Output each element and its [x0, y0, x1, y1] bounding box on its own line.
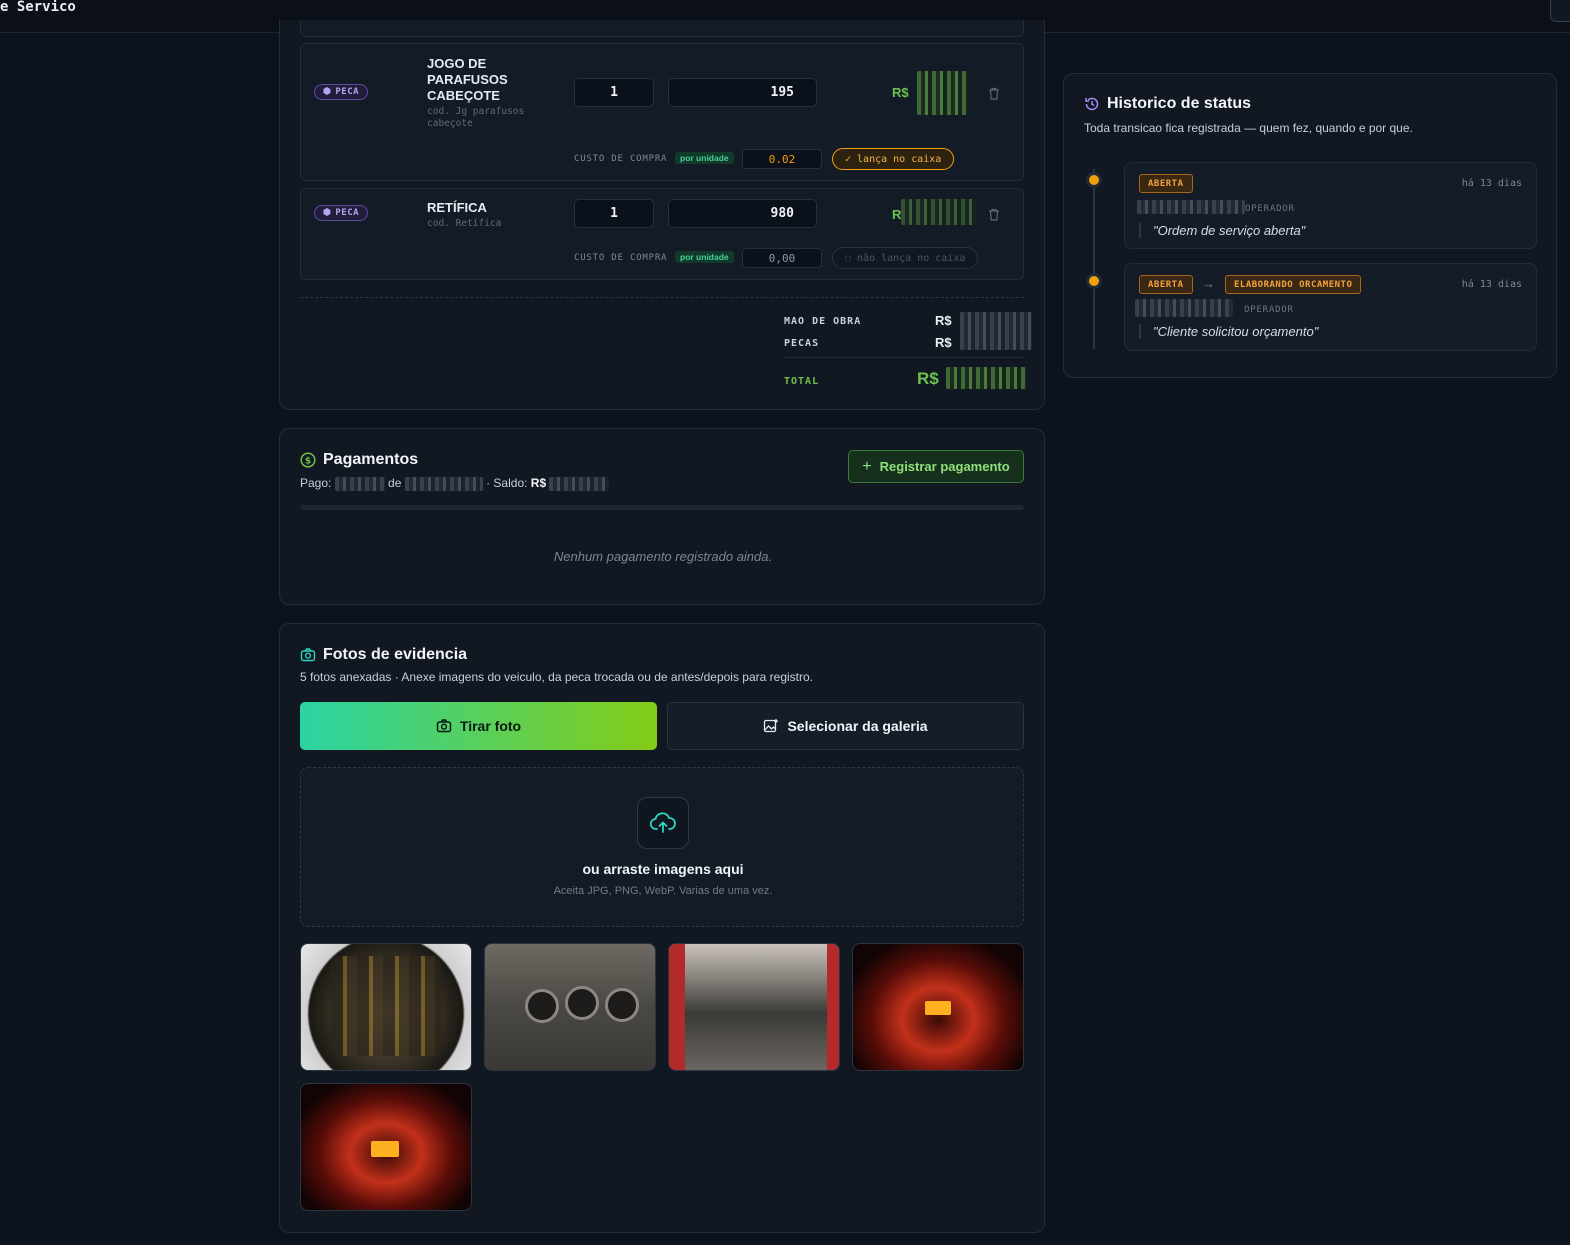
item-total-value [901, 199, 976, 225]
select-gallery-button[interactable]: Selecionar da galeria [667, 702, 1024, 750]
custo-label: CUSTO DE COMPRA [574, 253, 668, 263]
trash-icon[interactable] [988, 87, 1000, 100]
timeline-dot [1086, 172, 1102, 188]
item-code: cod. Retífica [427, 218, 502, 229]
peca-badge: ⬢ PECA [314, 84, 369, 100]
dropzone-title: ou arraste imagens aqui [582, 861, 744, 877]
upload-cloud-icon [637, 797, 689, 849]
photos-card: Fotos de evidencia 5 fotos anexadas · An… [279, 623, 1045, 1233]
item-name: JOGO DE PARAFUSOS CABEÇOTE [427, 56, 508, 103]
por-unidade-badge: por unidade [675, 152, 734, 164]
operator-role: OPERADOR [1244, 305, 1294, 315]
operator-name [1135, 299, 1233, 317]
box-icon: ⬢ [323, 208, 332, 218]
lanca-caixa-toggle[interactable]: ✓ lança no caixa [832, 148, 955, 170]
image-plus-icon [764, 719, 779, 733]
payments-summary: Pago: de · Saldo: R$ [300, 476, 610, 491]
quantity-input[interactable]: 1 [574, 78, 654, 107]
peca-badge: ⬢ PECA [314, 205, 369, 221]
mao-de-obra-label: MAO DE OBRA [784, 316, 862, 327]
history-title: Historico de status [1107, 95, 1252, 112]
por-unidade-badge: por unidade [675, 251, 734, 263]
operator-name [1137, 200, 1245, 214]
previous-item-edge [300, 20, 1024, 37]
payment-progress-bar [300, 505, 1024, 510]
trash-icon[interactable] [988, 208, 1000, 221]
list-item: ⬢ PECA JOGO DE PARAFUSOS CABEÇOTE cod. Jg… [300, 43, 1024, 181]
history-card: Historico de status Toda transicao fica … [1063, 73, 1557, 378]
camera-icon [436, 719, 452, 733]
total-devido-value [404, 476, 483, 491]
price-input[interactable]: 195 [668, 78, 817, 107]
history-icon [1085, 97, 1099, 111]
custo-input[interactable]: 0,00 [742, 248, 822, 268]
photo-thumbnail[interactable] [668, 943, 840, 1071]
topbar-corner-button[interactable] [1550, 0, 1570, 22]
total-label: TOTAL [784, 376, 820, 387]
history-note: "Cliente solicitou orçamento" [1139, 324, 1318, 339]
custo-label: CUSTO DE COMPRA [574, 154, 668, 164]
custo-input[interactable]: 0.02 [742, 149, 822, 169]
payments-title: Pagamentos [323, 451, 419, 468]
dropzone[interactable]: ou arraste imagens aqui Aceita JPG, PNG,… [300, 767, 1024, 927]
total-value [946, 367, 1026, 389]
saldo-value [549, 476, 610, 491]
photo-thumbnail[interactable] [300, 1083, 472, 1211]
pago-value [334, 476, 385, 491]
item-total-value [917, 71, 967, 115]
page-title: e Servico [0, 0, 76, 15]
box-icon: ⬢ [323, 87, 332, 97]
timeline-dot [1086, 273, 1102, 289]
item-name: RETÍFICA [427, 200, 487, 215]
photos-title: Fotos de evidencia [323, 646, 468, 663]
timeline-line [1093, 169, 1095, 349]
history-entry: ABERTA → ELABORANDO ORCAMENTO há 13 dias… [1124, 263, 1537, 351]
arrow-icon: → [1202, 276, 1215, 291]
photo-thumbnail[interactable] [300, 943, 472, 1071]
divider [784, 357, 1024, 358]
price-input[interactable]: 980 [668, 199, 817, 228]
divider [300, 297, 1024, 298]
list-item: ⬢ PECA RETÍFICA cod. Retífica 1 980 R CUS… [300, 188, 1024, 280]
camera-icon [300, 648, 316, 662]
payments-card: $ Pagamentos Pago: de · Saldo: R$ + Regis… [279, 428, 1045, 605]
item-total-currency: R$ [892, 85, 909, 100]
pecas-currency: R$ [935, 335, 952, 350]
status-badge: ABERTA [1139, 174, 1193, 193]
history-note: "Ordem de serviço aberta" [1139, 223, 1305, 238]
timestamp: há 13 dias [1461, 178, 1522, 189]
photos-subtitle: 5 fotos anexadas · Anexe imagens do veic… [300, 670, 813, 684]
item-code: cod. Jg parafusos cabeçote [427, 106, 525, 129]
registrar-pagamento-button[interactable]: + Registrar pagamento [848, 450, 1024, 483]
mao-de-obra-value [960, 312, 1032, 350]
history-subtitle: Toda transicao fica registrada — quem fe… [1084, 121, 1413, 135]
history-entry: ABERTA há 13 dias OPERADOR "Ordem de ser… [1124, 162, 1537, 249]
circle-dashed-icon: ◌ [845, 252, 852, 264]
operator-role: OPERADOR [1245, 204, 1295, 214]
take-photo-button[interactable]: Tirar foto [300, 702, 657, 750]
pecas-label: PECAS [784, 338, 820, 349]
photo-thumbnail[interactable] [484, 943, 656, 1071]
payments-empty-state: Nenhum pagamento registrado ainda. [553, 549, 773, 564]
dropzone-subtitle: Aceita JPG, PNG, WebP. Varias de uma vez… [553, 885, 773, 897]
photo-thumbnail[interactable] [852, 943, 1024, 1071]
lanca-caixa-toggle[interactable]: ◌ não lança no caixa [832, 247, 979, 269]
dollar-circle-icon: $ [300, 452, 316, 468]
timestamp: há 13 dias [1461, 279, 1522, 290]
check-icon: ✓ [845, 153, 852, 165]
quantity-input[interactable]: 1 [574, 199, 654, 228]
status-badge: ELABORANDO ORCAMENTO [1225, 275, 1362, 294]
item-total-currency: R [892, 207, 902, 222]
mao-currency: R$ [935, 313, 952, 328]
items-card: ⬢ PECA JOGO DE PARAFUSOS CABEÇOTE cod. Jg… [279, 20, 1045, 410]
status-badge: ABERTA [1139, 275, 1193, 294]
total-currency: R$ [917, 369, 939, 388]
svg-text:$: $ [305, 457, 311, 467]
plus-icon: + [862, 457, 872, 475]
